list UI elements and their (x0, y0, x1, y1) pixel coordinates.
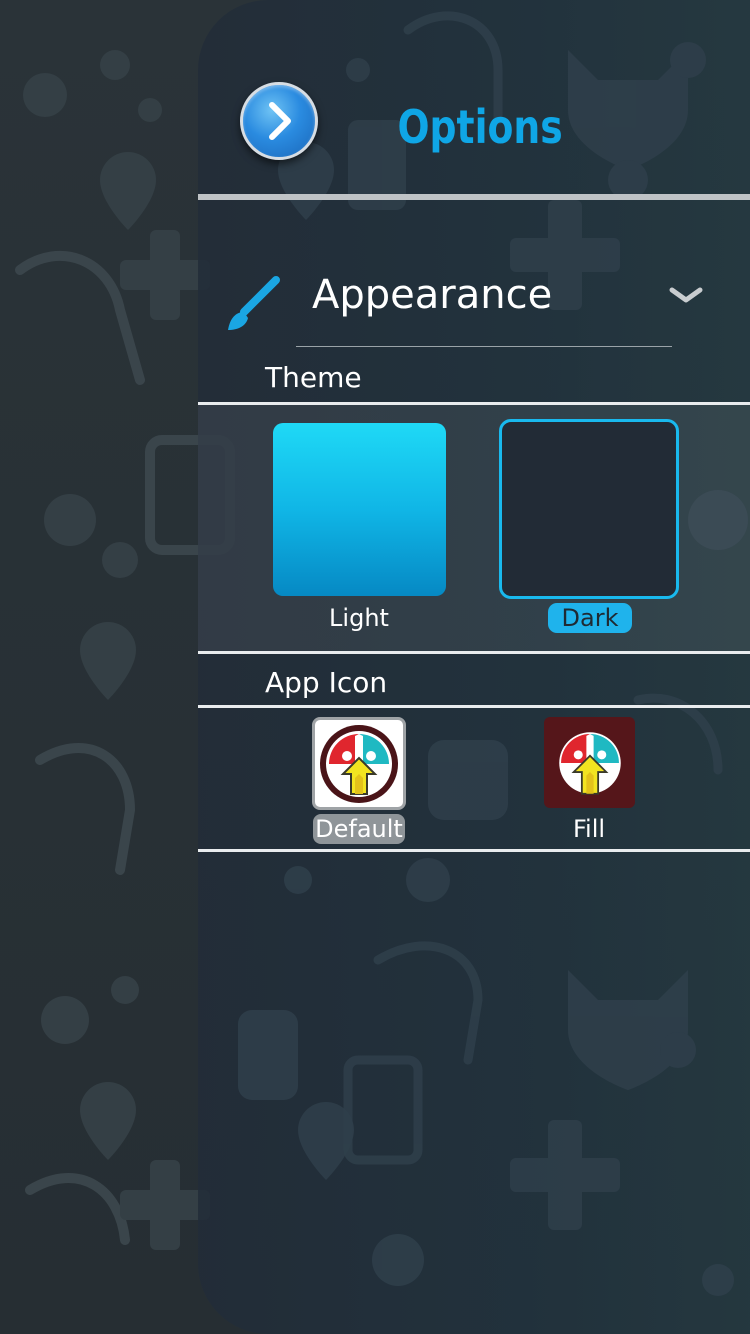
app-logo-icon (320, 724, 398, 803)
appearance-label: Appearance (312, 272, 553, 318)
app-icon-default-label: Default (313, 814, 405, 844)
options-panel: Options Appearance Theme Light Dark App … (198, 0, 750, 1334)
appearance-section-toggle[interactable]: Appearance (198, 262, 750, 332)
theme-dark-label: Dark (548, 603, 632, 633)
app-icon-fill-label: Fill (572, 815, 606, 843)
appearance-underline (296, 346, 672, 347)
chevron-down-icon (669, 287, 703, 303)
app-logo-fill-icon (558, 731, 621, 795)
chevron-right-icon (269, 102, 291, 140)
theme-light-label: Light (329, 604, 389, 632)
options-screen: Options Appearance Theme Light Dark App … (0, 0, 750, 1334)
header-divider (198, 194, 750, 200)
app-icon-default-option[interactable] (312, 717, 406, 810)
theme-light-swatch[interactable] (273, 423, 446, 596)
page-title: Options (397, 100, 563, 154)
theme-dark-swatch[interactable] (499, 419, 679, 599)
paintbrush-icon (228, 276, 280, 330)
back-button[interactable] (240, 82, 318, 160)
app-icon-options: Default Fill (198, 708, 750, 849)
theme-bottom-divider (198, 651, 750, 654)
app-icon-fill-option[interactable] (544, 717, 635, 808)
app-icon-bottom-divider (198, 849, 750, 852)
theme-label: Theme (265, 361, 362, 394)
app-icon-label: App Icon (265, 666, 388, 699)
theme-options: Light Dark (198, 405, 750, 651)
